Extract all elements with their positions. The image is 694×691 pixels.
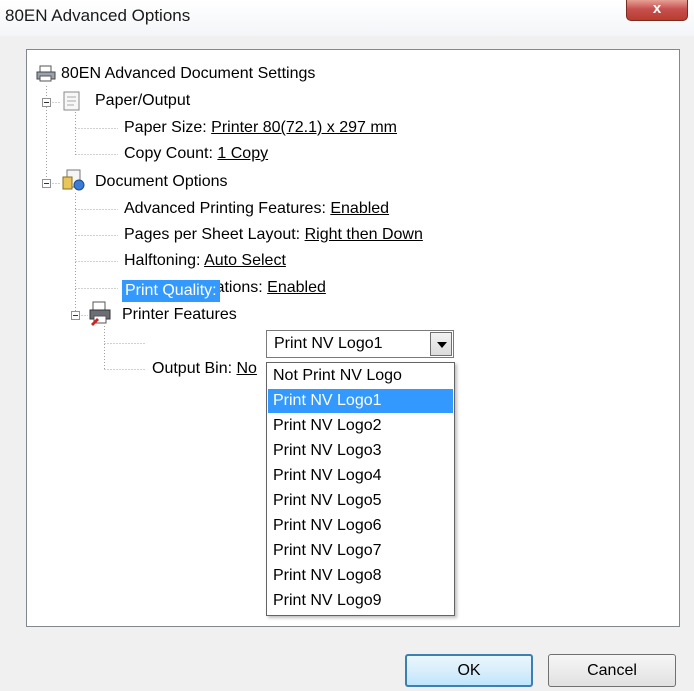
advanced-options-window: 80EN Advanced Options x 80EN Advanced Do… xyxy=(0,0,694,691)
dropdown-option[interactable]: Not Print NV Logo xyxy=(268,364,453,388)
paper-icon xyxy=(61,90,85,117)
paper-size-setting[interactable]: Paper Size: Printer 80(72.1) x 297 mm xyxy=(124,118,397,138)
print-optimizations-value[interactable]: Enabled xyxy=(267,279,326,296)
chevron-down-icon[interactable] xyxy=(430,332,452,356)
printer-features-icon xyxy=(88,300,114,333)
output-bin-setting[interactable]: Output Bin: No xyxy=(152,359,257,379)
copy-count-label: Copy Count: xyxy=(124,145,218,162)
output-bin-value[interactable]: No xyxy=(237,360,257,377)
dropdown-option[interactable]: Print NV Logo8 xyxy=(268,564,453,588)
dropdown-option[interactable]: Print NV Logo9 xyxy=(268,589,453,613)
print-quality-combobox[interactable]: Print NV Logo1 xyxy=(266,330,454,358)
print-quality-label[interactable]: Print Quality: xyxy=(122,280,220,302)
dropdown-option[interactable]: Print NV Logo3 xyxy=(268,439,453,463)
paper-output-node[interactable]: Paper/Output xyxy=(95,91,190,111)
advanced-printing-setting[interactable]: Advanced Printing Features: Enabled xyxy=(124,199,389,219)
printer-features-node[interactable]: Printer Features xyxy=(122,305,237,325)
advanced-printing-label: Advanced Printing Features: xyxy=(124,200,331,217)
dropdown-option[interactable]: Print NV Logo2 xyxy=(268,414,453,438)
ok-button[interactable]: OK xyxy=(405,654,533,687)
output-bin-label: Output Bin: xyxy=(152,360,237,377)
collapse-paper-output-toggle[interactable] xyxy=(42,98,51,107)
dropdown-option[interactable]: Print NV Logo5 xyxy=(268,489,453,513)
pages-per-sheet-setting[interactable]: Pages per Sheet Layout: Right then Down xyxy=(124,225,423,245)
document-options-node[interactable]: Document Options xyxy=(95,172,228,192)
cancel-button[interactable]: Cancel xyxy=(548,654,676,687)
paper-size-value[interactable]: Printer 80(72.1) x 297 mm xyxy=(211,119,397,136)
dropdown-option-selected[interactable]: Print NV Logo1 xyxy=(268,389,453,413)
collapse-document-options-toggle[interactable] xyxy=(42,179,51,188)
halftoning-setting[interactable]: Halftoning: Auto Select xyxy=(124,251,286,271)
document-options-icon xyxy=(61,167,87,198)
paper-size-label: Paper Size: xyxy=(124,119,212,136)
pages-per-sheet-label: Pages per Sheet Layout: xyxy=(124,226,305,243)
print-quality-dropdown-list[interactable]: Not Print NV Logo Print NV Logo1 Print N… xyxy=(266,362,455,616)
printer-icon xyxy=(36,65,56,88)
print-quality-selected-value: Print NV Logo1 xyxy=(274,335,383,352)
pages-per-sheet-value[interactable]: Right then Down xyxy=(305,226,423,243)
dropdown-option[interactable]: Print NV Logo4 xyxy=(268,464,453,488)
halftoning-value[interactable]: Auto Select xyxy=(204,252,286,269)
dropdown-option[interactable]: Print NV Logo6 xyxy=(268,514,453,538)
copy-count-value[interactable]: 1 Copy xyxy=(217,145,268,162)
halftoning-label: Halftoning: xyxy=(124,252,205,269)
advanced-printing-value[interactable]: Enabled xyxy=(330,200,389,217)
copy-count-setting[interactable]: Copy Count: 1 Copy xyxy=(124,144,268,164)
dropdown-option[interactable]: Print NV Logo7 xyxy=(268,539,453,563)
collapse-printer-features-toggle[interactable] xyxy=(71,311,80,320)
root-settings-label: 80EN Advanced Document Settings xyxy=(61,65,316,82)
